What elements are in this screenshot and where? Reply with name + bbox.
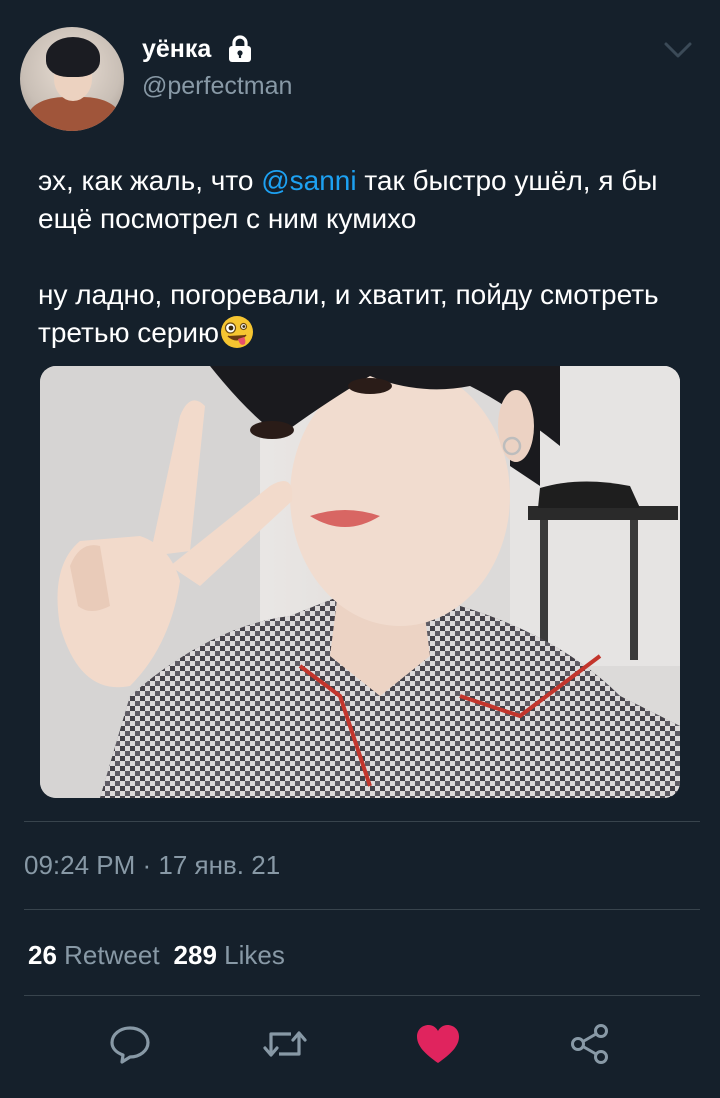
display-name[interactable]: уёнка (142, 35, 211, 64)
retweet-button[interactable] (261, 1022, 309, 1070)
like-button[interactable] (414, 1022, 462, 1070)
tweet-timestamp[interactable]: 09:24 PM · 17 янв. 21 (24, 850, 280, 881)
zany-face-emoji-icon (219, 314, 255, 350)
share-button[interactable] (566, 1022, 614, 1070)
likes-stat[interactable]: 289 Likes (174, 940, 285, 970)
likes-count: 289 (173, 940, 217, 970)
retweet-count: 26 (28, 940, 57, 970)
divider (24, 995, 700, 996)
lock-icon (225, 34, 255, 64)
tweet-paragraph-1: эх, как жаль, что @sanni так быстро ушёл… (38, 165, 658, 234)
author-name-row[interactable]: уёнка (142, 32, 255, 66)
user-handle[interactable]: @perfectman (142, 72, 292, 101)
tweet-photo[interactable] (40, 366, 680, 798)
retweet-icon (261, 1022, 309, 1071)
divider (24, 909, 700, 910)
heart-icon (415, 1023, 461, 1070)
retweet-stat[interactable]: 26 Retweet (28, 940, 160, 970)
avatar[interactable] (20, 27, 124, 131)
engagement-stats: 26 Retweet 289 Likes (28, 940, 285, 971)
reply-button[interactable] (106, 1022, 154, 1070)
tweet-detail: уёнка @perfectman эх, как жаль, что @san… (0, 0, 720, 1098)
mention-link[interactable]: @sanni (261, 165, 356, 196)
tweet-paragraph-2: ну ладно, погоревали, и хватит, пойду см… (38, 279, 659, 350)
share-icon (568, 1022, 612, 1071)
retweet-label: Retweet (64, 940, 160, 970)
likes-label: Likes (224, 940, 285, 970)
tweet-text: эх, как жаль, что @sanni так быстро ушёл… (38, 162, 698, 352)
comment-icon (108, 1022, 152, 1071)
photo-illustration (40, 366, 680, 798)
divider (24, 821, 700, 822)
chevron-down-icon[interactable] (662, 38, 694, 62)
tweet-action-bar (0, 1022, 720, 1072)
